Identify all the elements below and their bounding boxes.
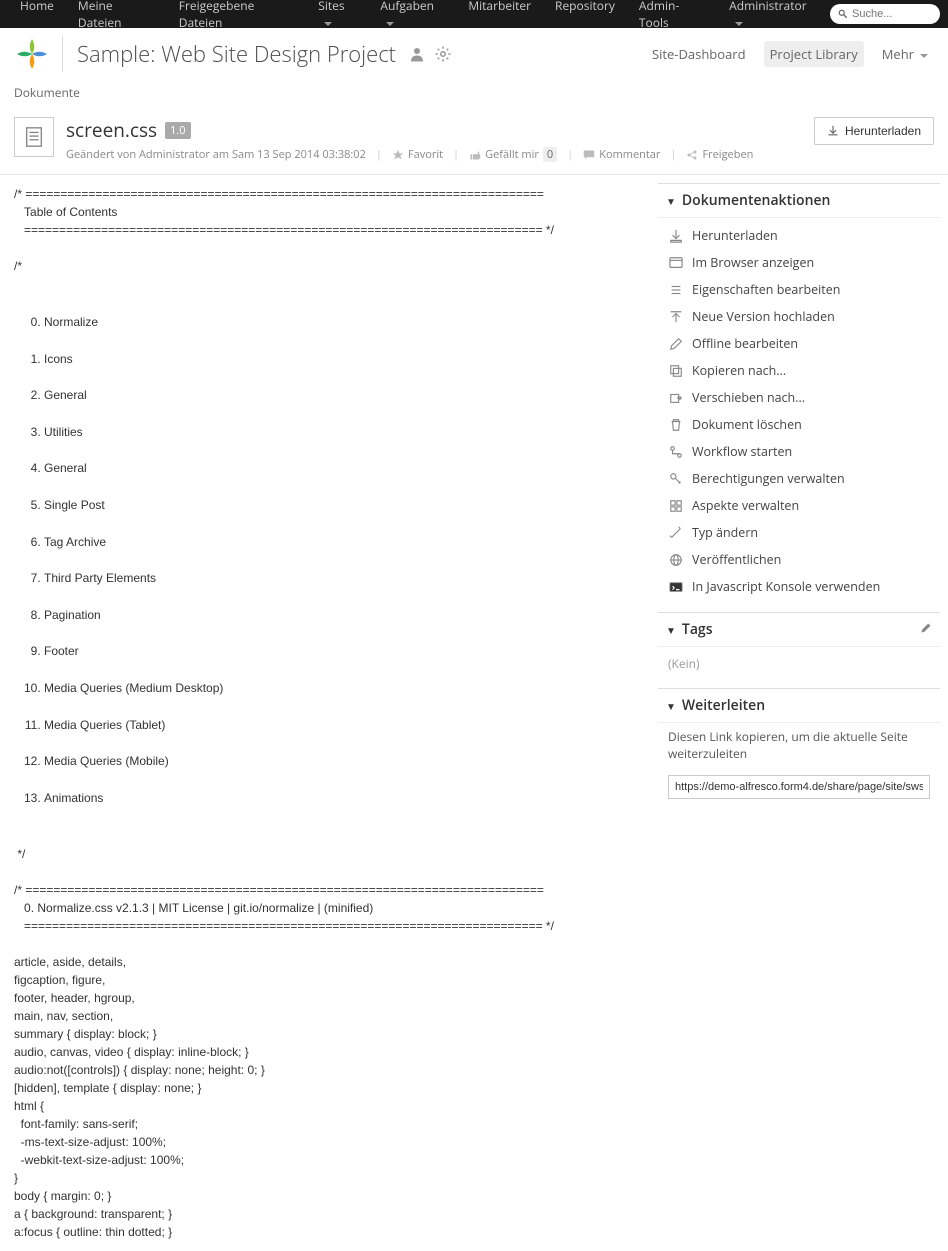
upload-icon bbox=[668, 309, 684, 325]
site-nav: Site-Dashboard Project Library Mehr bbox=[646, 41, 934, 67]
nav-sites[interactable]: Sites bbox=[306, 0, 368, 31]
topnav: Home Meine Dateien Freigegebene Dateien … bbox=[8, 0, 717, 31]
document-header: screen.css 1.0 Geändert von Administrato… bbox=[0, 111, 948, 175]
share-button[interactable]: Freigeben bbox=[686, 147, 753, 162]
download-icon bbox=[668, 228, 684, 244]
sitenav-more[interactable]: Mehr bbox=[876, 41, 934, 67]
toc-item: Utilities bbox=[44, 423, 644, 442]
collapse-icon: ▼ bbox=[666, 623, 676, 637]
toc-item: Media Queries (Medium Desktop) bbox=[44, 679, 644, 698]
user-menu[interactable]: Administrator bbox=[717, 0, 830, 31]
comment-button[interactable]: Kommentar bbox=[583, 147, 660, 162]
pencil-icon bbox=[668, 336, 684, 352]
toc-item: Tag Archive bbox=[44, 533, 644, 552]
share-url-input[interactable] bbox=[668, 775, 930, 799]
toc-item: Normalize bbox=[44, 313, 644, 332]
document-version: 1.0 bbox=[165, 122, 190, 139]
document-type-icon bbox=[14, 117, 54, 157]
document-actions-panel: ▼ Dokumentenaktionen Herunterladen Im Br… bbox=[658, 183, 940, 604]
share-hint: Diesen Link kopieren, um die aktuelle Se… bbox=[658, 723, 940, 769]
document-preview: /* =====================================… bbox=[0, 175, 658, 1251]
favorite-toggle[interactable]: Favorit bbox=[392, 147, 443, 162]
action-copy-to[interactable]: Kopieren nach... bbox=[658, 357, 940, 384]
toc-item: Third Party Elements bbox=[44, 569, 644, 588]
header-divider bbox=[62, 36, 63, 72]
toc-item: Media Queries (Tablet) bbox=[44, 716, 644, 735]
gear-icon[interactable] bbox=[434, 45, 452, 63]
members-icon[interactable] bbox=[408, 45, 426, 63]
toc-item: General bbox=[44, 459, 644, 478]
toc-item: General bbox=[44, 386, 644, 405]
panel-header-tags[interactable]: ▼ Tags bbox=[658, 612, 940, 647]
download-icon bbox=[827, 125, 839, 137]
nav-people[interactable]: Mitarbeiter bbox=[456, 0, 543, 31]
side-panel: ▼ Dokumentenaktionen Herunterladen Im Br… bbox=[658, 175, 948, 1251]
search-box[interactable] bbox=[830, 4, 940, 24]
toc-item: Pagination bbox=[44, 606, 644, 625]
panel-header-share[interactable]: ▼ Weiterleiten bbox=[658, 688, 940, 723]
like-toggle[interactable]: Gefällt mir 0 bbox=[469, 147, 557, 162]
search-input[interactable] bbox=[852, 8, 932, 20]
panel-header-actions[interactable]: ▼ Dokumentenaktionen bbox=[658, 183, 940, 218]
action-js-console[interactable]: In Javascript Konsole verwenden bbox=[658, 573, 940, 600]
action-change-type[interactable]: Typ ändern bbox=[658, 519, 940, 546]
site-title: Sample: Web Site Design Project bbox=[77, 39, 396, 69]
action-move-to[interactable]: Verschieben nach... bbox=[658, 384, 940, 411]
toc-list: Normalize Icons General Utilities Genera… bbox=[14, 295, 644, 825]
breadcrumb[interactable]: Dokumente bbox=[0, 80, 948, 111]
key-icon bbox=[668, 471, 684, 487]
action-manage-permissions[interactable]: Berechtigungen verwalten bbox=[658, 465, 940, 492]
share-panel: ▼ Weiterleiten Diesen Link kopieren, um … bbox=[658, 688, 940, 805]
workflow-icon bbox=[668, 444, 684, 460]
tags-panel: ▼ Tags (Kein) bbox=[658, 612, 940, 680]
action-edit-properties[interactable]: Eigenschaften bearbeiten bbox=[658, 276, 940, 303]
toc-item: Media Queries (Mobile) bbox=[44, 752, 644, 771]
nav-my-files[interactable]: Meine Dateien bbox=[66, 0, 167, 31]
action-edit-offline[interactable]: Offline bearbeiten bbox=[658, 330, 940, 357]
like-count: 0 bbox=[543, 147, 557, 162]
list-icon bbox=[668, 282, 684, 298]
toc-item: Animations bbox=[44, 789, 644, 808]
browser-icon bbox=[668, 255, 684, 271]
download-button[interactable]: Herunterladen bbox=[814, 117, 934, 145]
console-icon bbox=[668, 579, 684, 595]
move-icon bbox=[668, 390, 684, 406]
action-download[interactable]: Herunterladen bbox=[658, 222, 940, 249]
toc-item: Icons bbox=[44, 350, 644, 369]
topbar: Home Meine Dateien Freigegebene Dateien … bbox=[0, 0, 948, 28]
action-publish[interactable]: Veröffentlichen bbox=[658, 546, 940, 573]
action-delete[interactable]: Dokument löschen bbox=[658, 411, 940, 438]
nav-shared-files[interactable]: Freigegebene Dateien bbox=[167, 0, 307, 31]
action-upload-version[interactable]: Neue Version hochladen bbox=[658, 303, 940, 330]
sitenav-dashboard[interactable]: Site-Dashboard bbox=[646, 41, 752, 67]
app-logo bbox=[14, 36, 50, 72]
document-action-list: Herunterladen Im Browser anzeigen Eigens… bbox=[658, 222, 940, 600]
nav-repository[interactable]: Repository bbox=[543, 0, 627, 31]
sitenav-library[interactable]: Project Library bbox=[764, 41, 864, 67]
edit-tags-icon[interactable] bbox=[920, 620, 932, 639]
globe-icon bbox=[668, 552, 684, 568]
search-icon bbox=[838, 8, 848, 20]
action-start-workflow[interactable]: Workflow starten bbox=[658, 438, 940, 465]
action-manage-aspects[interactable]: Aspekte verwalten bbox=[658, 492, 940, 519]
site-header: Sample: Web Site Design Project Site-Das… bbox=[0, 28, 948, 80]
collapse-icon: ▼ bbox=[666, 699, 676, 713]
toc-item: Single Post bbox=[44, 496, 644, 515]
trash-icon bbox=[668, 417, 684, 433]
tags-empty: (Kein) bbox=[658, 647, 940, 680]
collapse-icon: ▼ bbox=[666, 194, 676, 208]
toc-item: Footer bbox=[44, 642, 644, 661]
aspects-icon bbox=[668, 498, 684, 514]
action-view-browser[interactable]: Im Browser anzeigen bbox=[658, 249, 940, 276]
wand-icon bbox=[668, 525, 684, 541]
document-name: screen.css bbox=[66, 117, 157, 143]
nav-tasks[interactable]: Aufgaben bbox=[368, 0, 456, 31]
nav-admin-tools[interactable]: Admin-Tools bbox=[627, 0, 717, 31]
modified-line: Geändert von Administrator am Sam 13 Sep… bbox=[66, 147, 366, 162]
copy-icon bbox=[668, 363, 684, 379]
nav-home[interactable]: Home bbox=[8, 0, 66, 31]
